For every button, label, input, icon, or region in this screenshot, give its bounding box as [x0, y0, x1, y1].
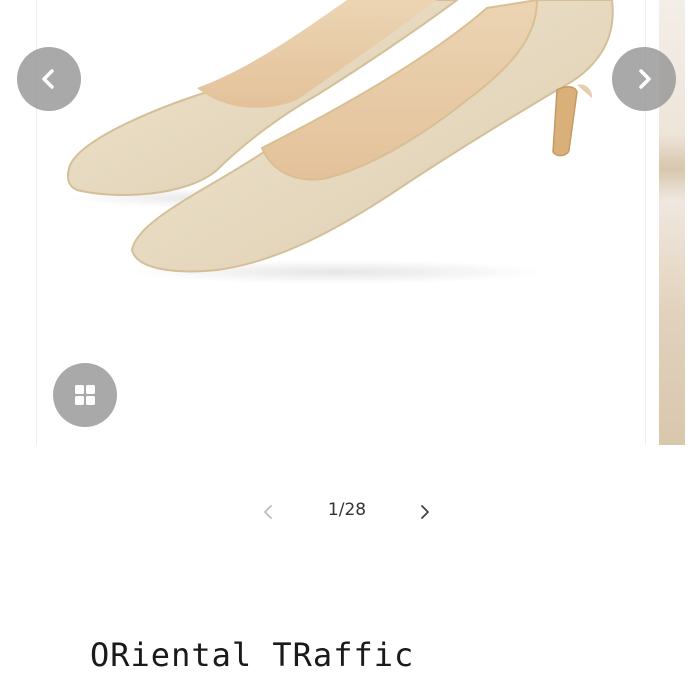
chevron-left-icon[interactable]	[17, 47, 81, 111]
product-title: ORiental TRaffic	[90, 636, 415, 674]
gallery-pager: 1/28	[0, 495, 696, 529]
grid-icon[interactable]	[53, 363, 117, 427]
pager-prev-icon[interactable]	[255, 498, 283, 526]
chevron-right-icon[interactable]	[612, 47, 676, 111]
gallery-edge	[685, 0, 696, 445]
product-gallery	[0, 0, 696, 445]
shoe-illustration	[67, 0, 614, 284]
pager-next-icon[interactable]	[410, 498, 438, 526]
pager-counter: 1/28	[327, 500, 367, 520]
product-photo[interactable]	[36, 0, 646, 445]
